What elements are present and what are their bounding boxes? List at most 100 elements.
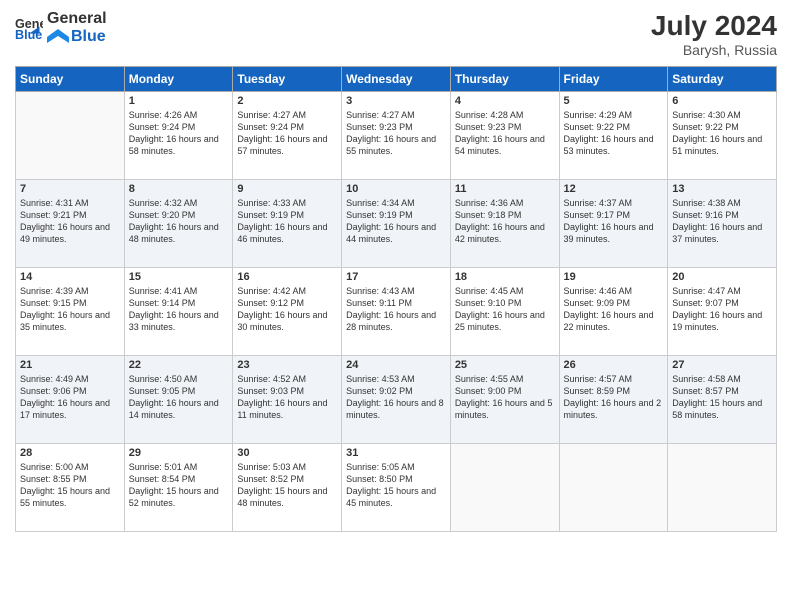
day-info: Sunrise: 4:30 AMSunset: 9:22 PMDaylight:… [672,109,772,158]
calendar-day-cell: 28Sunrise: 5:00 AMSunset: 8:55 PMDayligh… [16,444,125,532]
day-number: 3 [346,95,446,107]
calendar-table: Sunday Monday Tuesday Wednesday Thursday… [15,66,777,532]
day-info: Sunrise: 4:32 AMSunset: 9:20 PMDaylight:… [129,197,229,246]
header-monday: Monday [124,67,233,92]
day-number: 21 [20,359,120,371]
calendar-day-cell: 5 Sunrise: 4:29 AMSunset: 9:22 PMDaylight… [559,92,668,180]
day-info: Sunrise: 4:39 AMSunset: 9:15 PMDaylight:… [20,285,120,334]
logo-blue-text: Blue [71,28,106,46]
calendar-day-cell: 6 Sunrise: 4:30 AMSunset: 9:22 PMDaylight… [668,92,777,180]
day-number: 10 [346,183,446,195]
day-info: Sunrise: 4:34 AMSunset: 9:19 PMDaylight:… [346,197,446,246]
calendar-day-cell: 30 Sunrise: 5:03 AMSunset: 8:52 PMDayligh… [233,444,342,532]
calendar-day-cell: 2 Sunrise: 4:27 AMSunset: 9:24 PMDaylight… [233,92,342,180]
day-info: Sunrise: 4:37 AMSunset: 9:17 PMDaylight:… [564,197,664,246]
calendar-day-cell: 27 Sunrise: 4:58 AMSunset: 8:57 PMDayligh… [668,356,777,444]
day-number: 6 [672,95,772,107]
day-info: Sunrise: 4:57 AMSunset: 8:59 PMDaylight:… [564,373,664,422]
calendar-week-row: 21 Sunrise: 4:49 AMSunset: 9:06 PMDayligh… [16,356,777,444]
day-info: Sunrise: 4:49 AMSunset: 9:06 PMDaylight:… [20,373,120,422]
day-info: Sunrise: 5:05 AMSunset: 8:50 PMDaylight:… [346,461,446,510]
day-number: 26 [564,359,664,371]
logo-general-text: General [47,10,107,28]
calendar-day-cell: 23 Sunrise: 4:52 AMSunset: 9:03 PMDayligh… [233,356,342,444]
calendar-day-cell: 11 Sunrise: 4:36 AMSunset: 9:18 PMDayligh… [450,180,559,268]
svg-text:Blue: Blue [15,28,42,42]
day-info: Sunrise: 4:46 AMSunset: 9:09 PMDaylight:… [564,285,664,334]
calendar-day-cell: 7 Sunrise: 4:31 AMSunset: 9:21 PMDaylight… [16,180,125,268]
day-info: Sunrise: 4:28 AMSunset: 9:23 PMDaylight:… [455,109,555,158]
day-number: 27 [672,359,772,371]
calendar-day-cell: 26 Sunrise: 4:57 AMSunset: 8:59 PMDayligh… [559,356,668,444]
header-tuesday: Tuesday [233,67,342,92]
calendar-week-row: 14Sunrise: 4:39 AMSunset: 9:15 PMDayligh… [16,268,777,356]
day-number: 18 [455,271,555,283]
header-sunday: Sunday [16,67,125,92]
day-number: 19 [564,271,664,283]
day-number: 11 [455,183,555,195]
day-number: 8 [129,183,229,195]
calendar-day-cell: 24 Sunrise: 4:53 AMSunset: 9:02 PMDayligh… [342,356,451,444]
header-friday: Friday [559,67,668,92]
calendar-day-cell: 9Sunrise: 4:33 AMSunset: 9:19 PMDaylight… [233,180,342,268]
day-number: 13 [672,183,772,195]
header-wednesday: Wednesday [342,67,451,92]
day-number: 30 [237,447,337,459]
day-number: 22 [129,359,229,371]
calendar-week-row: 1 Sunrise: 4:26 AMSunset: 9:24 PMDaylight… [16,92,777,180]
day-info: Sunrise: 4:42 AMSunset: 9:12 PMDaylight:… [237,285,337,334]
day-info: Sunrise: 4:58 AMSunset: 8:57 PMDaylight:… [672,373,772,422]
day-info: Sunrise: 4:29 AMSunset: 9:22 PMDaylight:… [564,109,664,158]
calendar-day-cell [16,92,125,180]
month-year: July 2024 [651,10,777,42]
logo-icon: General Blue [15,14,43,42]
day-info: Sunrise: 4:52 AMSunset: 9:03 PMDaylight:… [237,373,337,422]
calendar-day-cell [668,444,777,532]
calendar-day-cell: 17Sunrise: 4:43 AMSunset: 9:11 PMDayligh… [342,268,451,356]
calendar-day-cell: 13Sunrise: 4:38 AMSunset: 9:16 PMDayligh… [668,180,777,268]
day-number: 24 [346,359,446,371]
day-info: Sunrise: 4:27 AMSunset: 9:24 PMDaylight:… [237,109,337,158]
calendar-day-cell: 21 Sunrise: 4:49 AMSunset: 9:06 PMDayligh… [16,356,125,444]
day-number: 4 [455,95,555,107]
day-info: Sunrise: 4:53 AMSunset: 9:02 PMDaylight:… [346,373,446,422]
day-info: Sunrise: 4:26 AMSunset: 9:24 PMDaylight:… [129,109,229,158]
location: Barysh, Russia [651,42,777,58]
day-info: Sunrise: 4:55 AMSunset: 9:00 PMDaylight:… [455,373,555,422]
calendar-day-cell: 20Sunrise: 4:47 AMSunset: 9:07 PMDayligh… [668,268,777,356]
day-number: 25 [455,359,555,371]
weekday-header-row: Sunday Monday Tuesday Wednesday Thursday… [16,67,777,92]
day-number: 2 [237,95,337,107]
calendar-day-cell: 10 Sunrise: 4:34 AMSunset: 9:19 PMDayligh… [342,180,451,268]
day-info: Sunrise: 4:36 AMSunset: 9:18 PMDaylight:… [455,197,555,246]
day-info: Sunrise: 4:47 AMSunset: 9:07 PMDaylight:… [672,285,772,334]
logo-bird-icon [47,29,69,43]
calendar-day-cell: 12 Sunrise: 4:37 AMSunset: 9:17 PMDayligh… [559,180,668,268]
day-number: 23 [237,359,337,371]
day-number: 1 [129,95,229,107]
day-number: 12 [564,183,664,195]
header: General Blue General Blue July 2024 Bary… [15,10,777,58]
calendar-day-cell: 4 Sunrise: 4:28 AMSunset: 9:23 PMDaylight… [450,92,559,180]
day-info: Sunrise: 4:43 AMSunset: 9:11 PMDaylight:… [346,285,446,334]
day-number: 31 [346,447,446,459]
calendar-day-cell: 25 Sunrise: 4:55 AMSunset: 9:00 PMDayligh… [450,356,559,444]
day-number: 15 [129,271,229,283]
calendar-day-cell: 15 Sunrise: 4:41 AMSunset: 9:14 PMDayligh… [124,268,233,356]
calendar-day-cell: 31 Sunrise: 5:05 AMSunset: 8:50 PMDayligh… [342,444,451,532]
day-number: 7 [20,183,120,195]
day-number: 5 [564,95,664,107]
day-info: Sunrise: 4:41 AMSunset: 9:14 PMDaylight:… [129,285,229,334]
day-info: Sunrise: 5:01 AMSunset: 8:54 PMDaylight:… [129,461,229,510]
calendar-day-cell: 14Sunrise: 4:39 AMSunset: 9:15 PMDayligh… [16,268,125,356]
header-saturday: Saturday [668,67,777,92]
calendar-week-row: 7 Sunrise: 4:31 AMSunset: 9:21 PMDaylight… [16,180,777,268]
day-number: 29 [129,447,229,459]
calendar-day-cell: 22 Sunrise: 4:50 AMSunset: 9:05 PMDayligh… [124,356,233,444]
day-info: Sunrise: 4:31 AMSunset: 9:21 PMDaylight:… [20,197,120,246]
day-info: Sunrise: 4:50 AMSunset: 9:05 PMDaylight:… [129,373,229,422]
day-info: Sunrise: 5:03 AMSunset: 8:52 PMDaylight:… [237,461,337,510]
day-number: 28 [20,447,120,459]
day-info: Sunrise: 4:45 AMSunset: 9:10 PMDaylight:… [455,285,555,334]
logo: General Blue General Blue [15,10,107,45]
